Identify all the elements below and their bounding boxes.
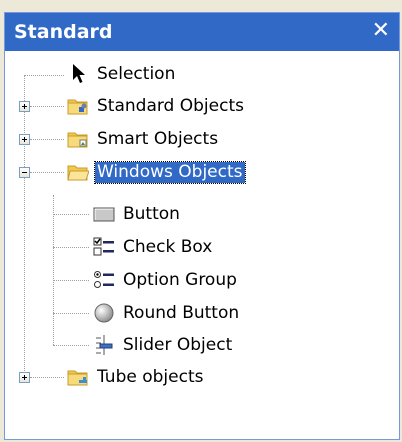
tree-item-label: Standard Objects: [97, 96, 244, 116]
tree-item-check-box[interactable]: Check Box: [5, 232, 399, 264]
folder-icon: [67, 370, 88, 386]
panel-title: Standard: [14, 21, 113, 43]
checkbox-icon: [93, 237, 114, 256]
tree-item-round-button[interactable]: Round Button: [5, 298, 399, 330]
tree-item-label: Round Button: [123, 303, 240, 323]
tree-item-label: Button: [123, 204, 180, 224]
folder-open-icon: [67, 165, 89, 181]
tree-item-smart-objects[interactable]: Smart Objects: [5, 124, 399, 156]
tree-item-label: Tube objects: [97, 367, 204, 387]
folder-icon: [67, 99, 88, 115]
tree-item-option-group[interactable]: Option Group: [5, 265, 399, 297]
slider-icon: [96, 335, 113, 355]
option-group-icon: [94, 271, 114, 288]
tree-item-label: Smart Objects: [97, 129, 219, 149]
tree-item-button[interactable]: Button: [5, 199, 399, 231]
panel-title-bar[interactable]: Standard ✕: [5, 13, 399, 51]
tree-item-label: Option Group: [123, 270, 237, 290]
arrow-cursor-icon: [73, 64, 85, 83]
tree-item-standard-objects[interactable]: Standard Objects: [5, 91, 399, 123]
tree-item-slider-object[interactable]: Slider Object: [5, 330, 399, 362]
tree-item-windows-objects[interactable]: Windows Objects: [5, 157, 399, 189]
object-tree: Selection Standard Objects Smart Objects: [5, 51, 399, 439]
expand-plus-icon[interactable]: [19, 134, 30, 145]
tree-item-label: Windows Objects: [94, 161, 246, 184]
tree-item-label: Slider Object: [123, 335, 233, 355]
round-button-icon: [94, 303, 114, 323]
button-icon: [93, 207, 115, 222]
tree-item-label: Selection: [97, 64, 176, 84]
tree-item-tube-objects[interactable]: Tube objects: [5, 362, 399, 394]
toolbox-panel: Standard ✕ Selection Standard Objects Sm…: [4, 12, 400, 440]
tree-item-selection[interactable]: Selection: [5, 59, 399, 91]
collapse-minus-icon[interactable]: [19, 167, 30, 178]
close-icon[interactable]: ✕: [372, 18, 390, 44]
folder-icon: [67, 132, 88, 148]
expand-plus-icon[interactable]: [19, 101, 30, 112]
tree-item-label: Check Box: [123, 237, 213, 257]
expand-plus-icon[interactable]: [19, 372, 30, 383]
